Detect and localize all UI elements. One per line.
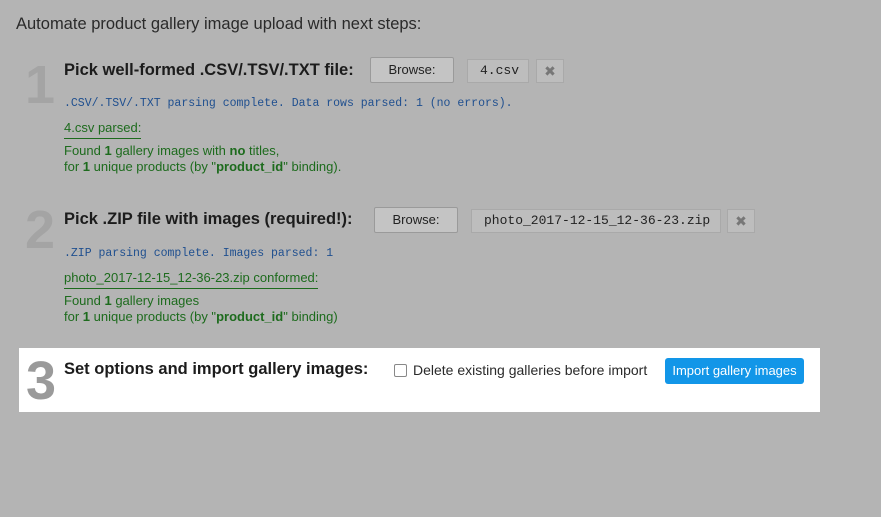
close-icon: ✖ <box>735 213 747 229</box>
zip-file-name: photo_2017-12-15_12-36-23.zip <box>471 209 721 233</box>
close-icon: ✖ <box>544 63 556 79</box>
browse-zip-button[interactable]: Browse: <box>374 207 458 233</box>
step-number-1: 1 <box>25 55 56 115</box>
step-number-2: 2 <box>25 200 56 260</box>
csv-file-name: 4.csv <box>467 59 529 83</box>
clear-csv-button[interactable]: ✖ <box>536 59 564 83</box>
csv-parsed-heading: 4.csv parsed: <box>64 120 142 139</box>
csv-result-line-1: Found 1 gallery images with no titles, <box>64 143 280 158</box>
zip-parse-message: .ZIP parsing complete. Images parsed: 1 <box>64 247 334 260</box>
step-3-panel: 3 Set options and import gallery images:… <box>19 348 820 412</box>
delete-galleries-label[interactable]: Delete existing galleries before import <box>413 362 647 378</box>
import-gallery-images-button[interactable]: Import gallery images <box>665 358 804 384</box>
delete-galleries-checkbox[interactable] <box>394 364 407 377</box>
intro-text: Automate product gallery image upload wi… <box>16 15 422 33</box>
csv-parse-message: .CSV/.TSV/.TXT parsing complete. Data ro… <box>64 97 513 110</box>
zip-parsed-heading: photo_2017-12-15_12-36-23.zip conformed: <box>64 270 319 289</box>
step-1-title: Pick well-formed .CSV/.TSV/.TXT file: <box>64 61 354 79</box>
step-2-title: Pick .ZIP file with images (required!): <box>64 210 353 228</box>
clear-zip-button[interactable]: ✖ <box>727 209 755 233</box>
browse-csv-button[interactable]: Browse: <box>370 57 454 83</box>
step-number-3: 3 <box>26 351 57 411</box>
zip-result-line-2: for 1 unique products (by "product_id" b… <box>64 309 338 324</box>
zip-result-line-1: Found 1 gallery images <box>64 293 200 308</box>
csv-result-line-2: for 1 unique products (by "product_id" b… <box>64 159 342 174</box>
step-3-title: Set options and import gallery images: <box>64 360 369 378</box>
